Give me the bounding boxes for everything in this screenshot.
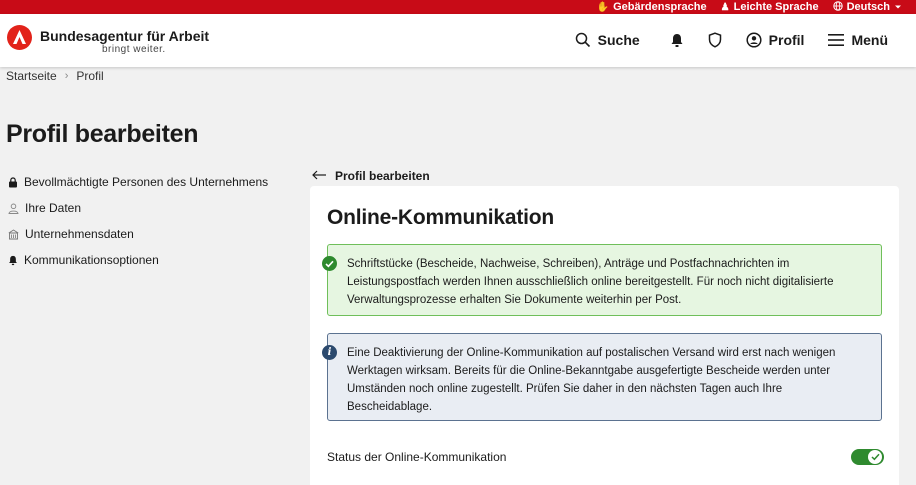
brand-tagline: bringt weiter.	[102, 44, 166, 55]
bell-icon	[8, 255, 18, 266]
utility-bar: ✋ Gebärdensprache ♟ Leichte Sprache Deut…	[0, 0, 916, 14]
sidebar-item-communication-options[interactable]: Kommunikationsoptionen	[8, 247, 268, 273]
menu-button[interactable]: Menü	[828, 32, 888, 48]
toggle-knob	[868, 450, 882, 464]
user-circle-icon	[746, 32, 762, 48]
person-icon	[8, 203, 19, 214]
breadcrumb-home-link[interactable]: Startseite	[6, 69, 57, 83]
brand-name[interactable]: Bundesagentur für Arbeit	[40, 28, 209, 44]
online-communication-toggle[interactable]	[851, 449, 884, 465]
language-select[interactable]: Deutsch	[832, 0, 902, 14]
info-alert: i Eine Deaktivierung der Online-Kommunik…	[322, 333, 882, 421]
sidebar-item-authorized-persons[interactable]: Bevollmächtigte Personen des Unternehmen…	[8, 169, 268, 195]
notifications-button[interactable]	[670, 33, 684, 48]
search-button[interactable]: Suche	[575, 32, 640, 48]
sidebar-item-your-data[interactable]: Ihre Daten	[8, 195, 268, 221]
back-link[interactable]: Profil bearbeiten	[312, 169, 430, 183]
building-icon	[8, 228, 19, 240]
success-alert-text: Schriftstücke (Bescheide, Nachweise, Sch…	[347, 258, 834, 306]
breadcrumb-current[interactable]: Profil	[76, 69, 103, 83]
chevron-down-icon	[894, 1, 902, 13]
info-icon: i	[322, 345, 337, 360]
arrow-left-icon	[312, 169, 327, 183]
sign-language-link[interactable]: ✋ Gebärdensprache	[597, 1, 707, 13]
easy-language-icon: ♟	[720, 1, 730, 13]
easy-language-link[interactable]: ♟ Leichte Sprache	[721, 1, 819, 13]
online-communication-card: Online-Kommunikation Schriftstücke (Besc…	[310, 186, 899, 485]
page-title: Profil bearbeiten	[6, 120, 199, 148]
hamburger-menu-icon	[828, 33, 845, 47]
breadcrumb-separator: ›	[64, 70, 69, 82]
status-row: Status der Online-Kommunikation	[327, 447, 884, 467]
info-alert-text: Eine Deaktivierung der Online-Kommunikat…	[347, 347, 836, 413]
brand-logo-icon[interactable]	[7, 25, 32, 50]
site-header: Bundesagentur für Arbeit bringt weiter. …	[0, 14, 916, 67]
header-nav: Suche Profil Menü	[575, 28, 888, 52]
sidebar-nav: Bevollmächtigte Personen des Unternehmen…	[8, 169, 268, 273]
status-label: Status der Online-Kommunikation	[327, 450, 507, 464]
bell-icon	[670, 33, 684, 48]
check-circle-icon	[322, 256, 337, 271]
security-button[interactable]	[708, 32, 722, 48]
success-alert: Schriftstücke (Bescheide, Nachweise, Sch…	[322, 244, 882, 316]
sidebar-item-company-data[interactable]: Unternehmensdaten	[8, 221, 268, 247]
profile-button[interactable]: Profil	[746, 32, 804, 48]
search-icon	[575, 32, 591, 48]
globe-icon	[832, 0, 843, 14]
shield-icon	[708, 32, 722, 48]
card-title: Online-Kommunikation	[327, 206, 555, 229]
breadcrumb: Startseite › Profil	[6, 69, 104, 83]
sign-language-icon: ✋	[596, 1, 610, 13]
lock-icon	[8, 176, 18, 188]
